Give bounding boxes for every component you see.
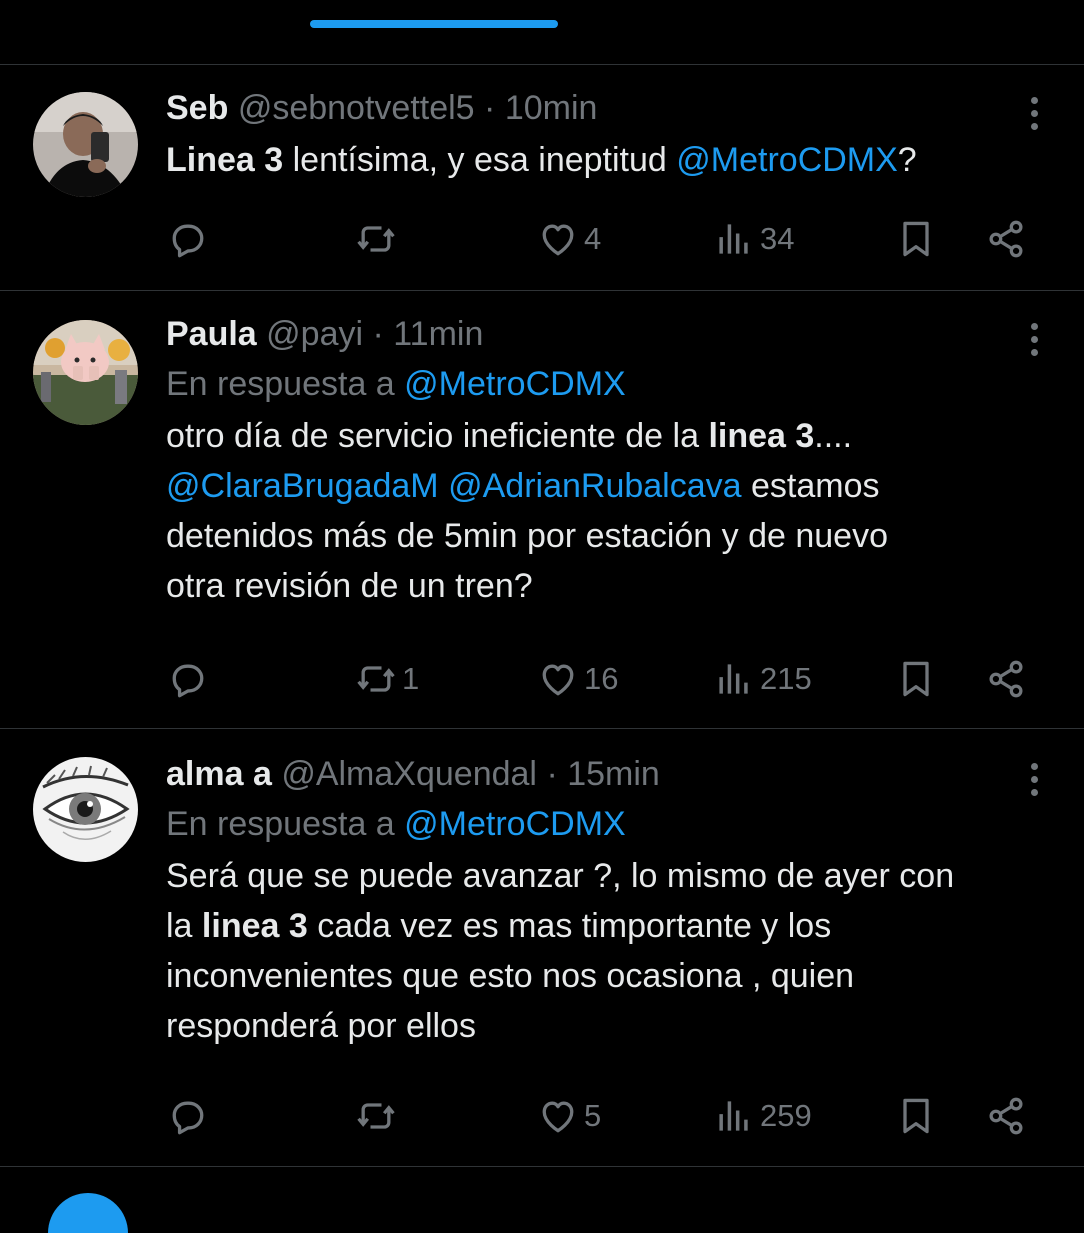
- bold-text: linea 3: [201, 907, 308, 945]
- views-icon: [712, 657, 756, 701]
- views-button[interactable]: 215: [712, 655, 812, 703]
- text-segment: [439, 467, 448, 505]
- views-count: 259: [760, 1098, 812, 1133]
- reply-button[interactable]: [166, 215, 210, 263]
- retweet-count: 1: [402, 661, 420, 696]
- reply-icon: [166, 657, 210, 701]
- tweet-header: Paula @payi · 11min: [166, 315, 484, 353]
- more-icon[interactable]: [1028, 323, 1040, 362]
- tweet-actions: 4 34: [166, 215, 1036, 263]
- reply-icon: [166, 1094, 210, 1138]
- views-count: 34: [760, 221, 795, 256]
- retweet-button[interactable]: [354, 1092, 402, 1140]
- retweet-icon: [354, 657, 398, 701]
- like-count: 16: [584, 661, 619, 696]
- like-button[interactable]: 4: [536, 215, 601, 263]
- text-segment: responderá por ellos: [166, 1007, 476, 1045]
- top-tab-bar: [0, 0, 1084, 65]
- heart-icon: [536, 217, 580, 261]
- like-count: 5: [584, 1098, 602, 1133]
- bold-text: Linea 3: [166, 141, 284, 179]
- reply-to-mention[interactable]: @MetroCDMX: [404, 805, 626, 843]
- mention-link[interactable]: @ClaraBrugadaM: [166, 467, 439, 505]
- tweet-text: Será que se puede avanzar ?, lo mismo de…: [166, 851, 1024, 1051]
- tweet-time[interactable]: 11min: [393, 315, 483, 353]
- author-handle[interactable]: @AlmaXquendal: [281, 755, 537, 793]
- tweet-time[interactable]: 10min: [505, 89, 598, 127]
- avatar[interactable]: [48, 1193, 128, 1233]
- bookmark-icon: [894, 1094, 938, 1138]
- tweet-header: alma a @AlmaXquendal · 15min: [166, 755, 660, 793]
- tweet[interactable]: alma a @AlmaXquendal · 15min En respuest…: [0, 729, 1084, 1167]
- bold-text: linea 3: [708, 417, 815, 455]
- more-icon[interactable]: [1028, 763, 1040, 802]
- avatar[interactable]: [33, 320, 138, 425]
- text-segment: ....: [814, 417, 853, 455]
- retweet-icon: [354, 217, 398, 261]
- reply-to-label: En respuesta a: [166, 805, 405, 843]
- text-segment: inconvenientes que esto nos ocasiona , q…: [166, 957, 855, 995]
- text-segment: lentísima, y esa ineptitud: [283, 141, 677, 179]
- heart-icon: [536, 657, 580, 701]
- text-segment: otra revisión de un tren?: [166, 567, 533, 605]
- author-name[interactable]: alma a: [166, 755, 272, 793]
- views-icon: [712, 217, 756, 261]
- share-button[interactable]: [984, 215, 1028, 263]
- bookmark-button[interactable]: [894, 655, 938, 703]
- tweet-time[interactable]: 15min: [567, 755, 660, 793]
- more-icon[interactable]: [1028, 97, 1040, 136]
- bookmark-button[interactable]: [894, 1092, 938, 1140]
- share-icon: [984, 657, 1028, 701]
- reply-to-line: En respuesta a @MetroCDMX: [166, 803, 1024, 845]
- reply-to-line: En respuesta a @MetroCDMX: [166, 363, 1024, 405]
- retweet-button[interactable]: 1: [354, 655, 419, 703]
- share-icon: [984, 217, 1028, 261]
- mention-link[interactable]: @AdrianRubalcava: [448, 467, 741, 505]
- like-button[interactable]: 16: [536, 655, 618, 703]
- active-tab-indicator: [310, 20, 558, 28]
- text-segment: ?: [897, 141, 917, 179]
- views-button[interactable]: 34: [712, 215, 794, 263]
- retweet-button[interactable]: [354, 215, 402, 263]
- author-handle[interactable]: @payi: [266, 315, 363, 353]
- text-segment: la: [166, 907, 202, 945]
- mention-link[interactable]: @MetroCDMX: [676, 141, 898, 179]
- author-name[interactable]: Seb: [166, 89, 228, 127]
- tweet-actions: 5 259: [166, 1092, 1036, 1140]
- views-button[interactable]: 259: [712, 1092, 812, 1140]
- text-segment: detenidos más de 5min por estación y de …: [166, 517, 889, 555]
- reply-icon: [166, 217, 210, 261]
- like-button[interactable]: 5: [536, 1092, 601, 1140]
- reply-button[interactable]: [166, 655, 210, 703]
- share-icon: [984, 1094, 1028, 1138]
- heart-icon: [536, 1094, 580, 1138]
- reply-to-mention[interactable]: @MetroCDMX: [404, 365, 626, 403]
- text-segment: cada vez es mas timportante y los: [307, 907, 832, 945]
- retweet-icon: [354, 1094, 398, 1138]
- share-button[interactable]: [984, 1092, 1028, 1140]
- tweet-header: Seb @sebnotvettel5 · 10min: [166, 89, 598, 127]
- avatar[interactable]: [33, 757, 138, 862]
- tweet-text: Linea 3 lentísima, y esa ineptitud @Metr…: [166, 135, 1024, 185]
- text-segment: otro día de servicio ineficiente de la: [166, 417, 709, 455]
- tweet-text: otro día de servicio ineficiente de la l…: [166, 411, 1024, 611]
- tweet-actions: 1 16 215: [166, 655, 1036, 703]
- reply-button[interactable]: [166, 1092, 210, 1140]
- author-handle[interactable]: @sebnotvettel5: [238, 89, 475, 127]
- tweet[interactable]: Paula @payi · 11min En respuesta a @Metr…: [0, 291, 1084, 729]
- avatar[interactable]: [33, 92, 138, 197]
- text-segment: estamos: [741, 467, 880, 505]
- share-button[interactable]: [984, 655, 1028, 703]
- bookmark-button[interactable]: [894, 215, 938, 263]
- tweet[interactable]: Seb @sebnotvettel5 · 10min Linea 3 lentí…: [0, 65, 1084, 291]
- bookmark-icon: [894, 657, 938, 701]
- author-name[interactable]: Paula: [166, 315, 257, 353]
- bookmark-icon: [894, 217, 938, 261]
- reply-to-label: En respuesta a: [166, 365, 405, 403]
- views-count: 215: [760, 661, 812, 696]
- views-icon: [712, 1094, 756, 1138]
- like-count: 4: [584, 221, 602, 256]
- text-segment: Será que se puede avanzar ?, lo mismo de…: [166, 857, 955, 895]
